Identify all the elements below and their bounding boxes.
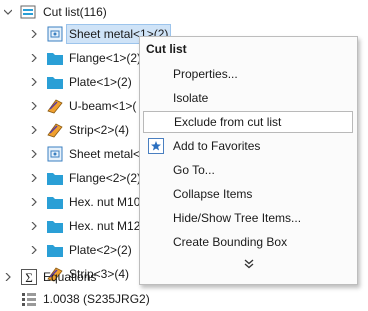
chevron-right-icon[interactable]: [30, 222, 38, 230]
structural-member-icon: [47, 123, 63, 138]
double-chevron-down-icon: [244, 259, 253, 269]
menu-expand-chevron-icon[interactable]: [140, 259, 357, 272]
svg-text:Σ: Σ: [25, 270, 33, 285]
tree-item-label: Hex. nut M12: [69, 219, 141, 233]
menu-item-label: Go To...: [173, 163, 215, 177]
menu-item-go-to[interactable]: Go To...: [143, 159, 353, 181]
folder-icon: [47, 197, 63, 209]
equations-icon: Σ: [21, 269, 37, 285]
sheet-metal-icon: [47, 26, 63, 42]
folder-icon: [47, 77, 63, 89]
chevron-down-icon[interactable]: [4, 8, 12, 16]
menu-item-properties[interactable]: Properties...: [143, 63, 353, 85]
tree-item-cut-list[interactable]: Cut list(116): [4, 0, 107, 24]
tree-item-label: Hex. nut M10: [69, 195, 141, 209]
menu-item-collapse-items[interactable]: Collapse Items: [143, 183, 353, 205]
chevron-right-icon[interactable]: [30, 174, 38, 182]
favorites-star-icon: [148, 138, 164, 154]
chevron-right-icon[interactable]: [30, 150, 38, 158]
tree-item-label: U-beam<1>(: [69, 99, 137, 113]
folder-icon: [47, 221, 63, 233]
menu-item-isolate[interactable]: Isolate: [143, 87, 353, 109]
chevron-right-icon[interactable]: [30, 102, 38, 110]
tree-item-label: Sheet metal<: [69, 147, 141, 161]
tree-item-label: Flange<2>(2): [69, 171, 142, 185]
menu-title: Cut list: [146, 42, 187, 56]
chevron-right-icon[interactable]: [30, 78, 38, 86]
tree-item-plate-1[interactable]: Plate<1>(2): [30, 70, 132, 94]
structural-member-icon: [47, 99, 63, 114]
menu-item-label: Create Bounding Box: [173, 235, 288, 249]
tree-item-sheet-metal-2[interactable]: Sheet metal<: [30, 142, 140, 166]
folder-icon: [47, 53, 63, 65]
chevron-right-icon[interactable]: [30, 198, 38, 206]
chevron-right-icon[interactable]: [30, 30, 38, 38]
tree-item-hex-nut-m12[interactable]: Hex. nut M12: [30, 214, 140, 238]
tree-item-flange-1[interactable]: Flange<1>(2): [30, 46, 141, 70]
context-menu: Cut list Properties... Isolate Exclude f…: [139, 36, 358, 285]
folder-icon: [47, 173, 63, 185]
tree-item-label: Cut list(116): [43, 5, 107, 19]
sheet-metal-icon: [47, 146, 63, 162]
cut-list-icon: [20, 5, 36, 19]
menu-item-create-bounding-box[interactable]: Create Bounding Box: [143, 231, 353, 253]
tree-item-label: Plate<1>(2): [69, 75, 132, 89]
tree-item-strip-2[interactable]: Strip<2>(4): [30, 118, 129, 142]
tree-item-material[interactable]: 1.0038 (S235JRG2): [20, 287, 150, 311]
tree-item-label: Flange<1>(2): [69, 51, 142, 65]
menu-item-label: Properties...: [173, 67, 238, 81]
tree-item-flange-2[interactable]: Flange<2>(2): [30, 166, 141, 190]
chevron-right-icon[interactable]: [4, 273, 12, 281]
menu-item-label: Collapse Items: [173, 187, 253, 201]
chevron-right-icon[interactable]: [30, 54, 38, 62]
folder-icon: [47, 245, 63, 257]
menu-item-hide-show-tree-items[interactable]: Hide/Show Tree Items...: [143, 207, 353, 229]
tree-item-equations[interactable]: Σ Equations: [4, 265, 96, 289]
material-icon: [22, 293, 36, 306]
tree-item-plate-2[interactable]: Plate<2>(2): [30, 238, 132, 262]
tree-item-hex-nut-m10[interactable]: Hex. nut M10: [30, 190, 140, 214]
tree-item-label: Plate<2>(2): [69, 243, 132, 257]
menu-item-label: Exclude from cut list: [174, 115, 282, 129]
chevron-right-icon[interactable]: [30, 246, 38, 254]
tree-item-label: Equations: [43, 270, 97, 284]
tree-item-u-beam-1[interactable]: U-beam<1>(: [30, 94, 136, 118]
menu-item-label: Hide/Show Tree Items...: [173, 211, 302, 225]
menu-item-label: Isolate: [173, 91, 209, 105]
menu-item-add-to-favorites[interactable]: Add to Favorites: [143, 135, 353, 157]
tree-item-label: Strip<2>(4): [69, 123, 130, 137]
menu-item-exclude-from-cut-list[interactable]: Exclude from cut list: [143, 111, 353, 133]
menu-item-label: Add to Favorites: [173, 139, 261, 153]
tree-item-label: 1.0038 (S235JRG2): [43, 292, 150, 306]
chevron-right-icon[interactable]: [30, 126, 38, 134]
